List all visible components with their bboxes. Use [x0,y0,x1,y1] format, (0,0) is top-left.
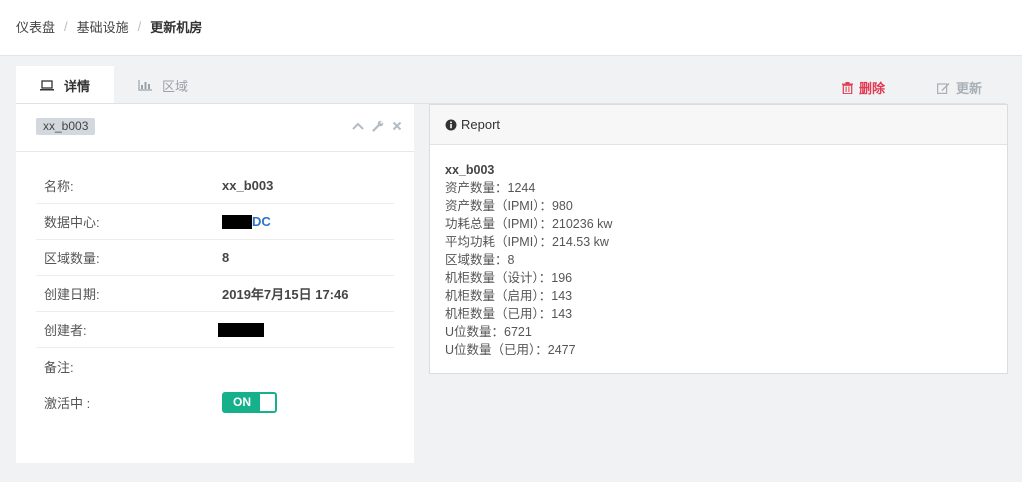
top-bar: 仪表盘 / 基础设施 / 更新机房 [0,0,1022,56]
panel-toolbar [352,120,402,132]
report-line: U位数量（已用）：2477 [445,343,576,357]
delete-button[interactable]: 删除 [842,78,885,97]
report-line: 功耗总量（IPMI）：210236 kw [445,217,613,231]
tab-zones[interactable]: 区域 [114,66,212,104]
report-line: 区域数量：8 [445,253,515,267]
report-name: xx_b003 [445,163,495,177]
tab-zones-label: 区域 [162,78,189,94]
wrench-icon[interactable] [372,120,384,132]
detail-row-zones: 区域数量: 8 [36,240,394,276]
details-panel: xx_b003 名称: xx_b003 数据中心: DC 区域数量: 8 创建日… [16,104,414,463]
report-line: 资产数量：1244 [445,181,536,195]
detail-row-remark: 备注: [36,348,394,384]
bar-chart-icon [138,79,153,91]
report-body: xx_b003 资产数量：1244 资产数量（IPMI）：980 功耗总量（IP… [430,145,1007,375]
breadcrumb: 仪表盘 / 基础设施 / 更新机房 [16,17,202,36]
creator-label: 创建者: [44,323,87,338]
zones-label: 区域数量: [44,251,100,266]
zones-value: 8 [222,250,230,265]
report-line: U位数量：6721 [445,325,532,339]
breadcrumb-current: 更新机房 [150,20,203,35]
datacenter-label: 数据中心: [44,215,100,230]
active-label: 激活中 : [44,395,91,411]
breadcrumb-separator: / [64,19,68,34]
detail-row-name: 名称: xx_b003 [36,168,394,204]
created-value: 2019年7月15日 17:46 [222,287,349,302]
delete-label: 删除 [859,81,886,96]
detail-row-created: 创建日期: 2019年7月15日 17:46 [36,276,394,312]
details-list: 名称: xx_b003 数据中心: DC 区域数量: 8 创建日期: 2019年… [36,168,394,420]
breadcrumb-infrastructure[interactable]: 基础设施 [77,17,129,36]
update-button[interactable]: 更新 [937,78,982,97]
tab-details[interactable]: 详情 [16,66,115,104]
detail-row-active: 激活中 : ON [36,384,394,420]
redacted-block [218,322,264,337]
name-label: 名称: [44,179,74,194]
datacenter-value: DC [222,214,271,229]
breadcrumb-dashboard[interactable]: 仪表盘 [16,17,55,36]
breadcrumb-separator: / [137,19,142,34]
toggle-on-label: ON [224,393,260,411]
info-icon [445,119,457,131]
update-label: 更新 [956,81,983,96]
report-line: 资产数量（IPMI）：980 [445,199,573,213]
report-title: Report [461,117,501,132]
report-line: 机柜数量（设计）：196 [445,271,573,285]
creator-value [218,322,264,337]
laptop-icon [40,79,54,91]
name-value: xx_b003 [222,178,274,193]
record-tag: xx_b003 [36,118,96,135]
tab-bar: 详情 区域 [16,66,212,104]
collapse-icon[interactable] [352,122,364,130]
detail-row-datacenter: 数据中心: DC [36,204,394,240]
active-value: ON [222,391,277,413]
redacted-block [222,214,252,229]
report-line: 机柜数量（已用）：143 [445,307,573,321]
details-panel-header: xx_b003 [16,104,414,152]
report-line: 机柜数量（启用）：143 [445,289,573,303]
created-label: 创建日期: [44,287,100,302]
report-header: Report [430,105,1007,145]
report-line: 平均功耗（IPMI）：214.53 kw [445,235,609,249]
remark-label: 备注: [44,359,74,375]
active-toggle[interactable]: ON [222,391,277,413]
tab-details-label: 详情 [64,78,91,94]
report-panel: Report xx_b003 资产数量：1244 资产数量（IPMI）：980 … [429,104,1008,374]
detail-row-creator: 创建者: [36,312,394,348]
edit-icon [937,82,950,94]
trash-icon [842,81,853,94]
datacenter-link[interactable]: DC [252,214,271,229]
close-icon[interactable] [392,121,402,131]
